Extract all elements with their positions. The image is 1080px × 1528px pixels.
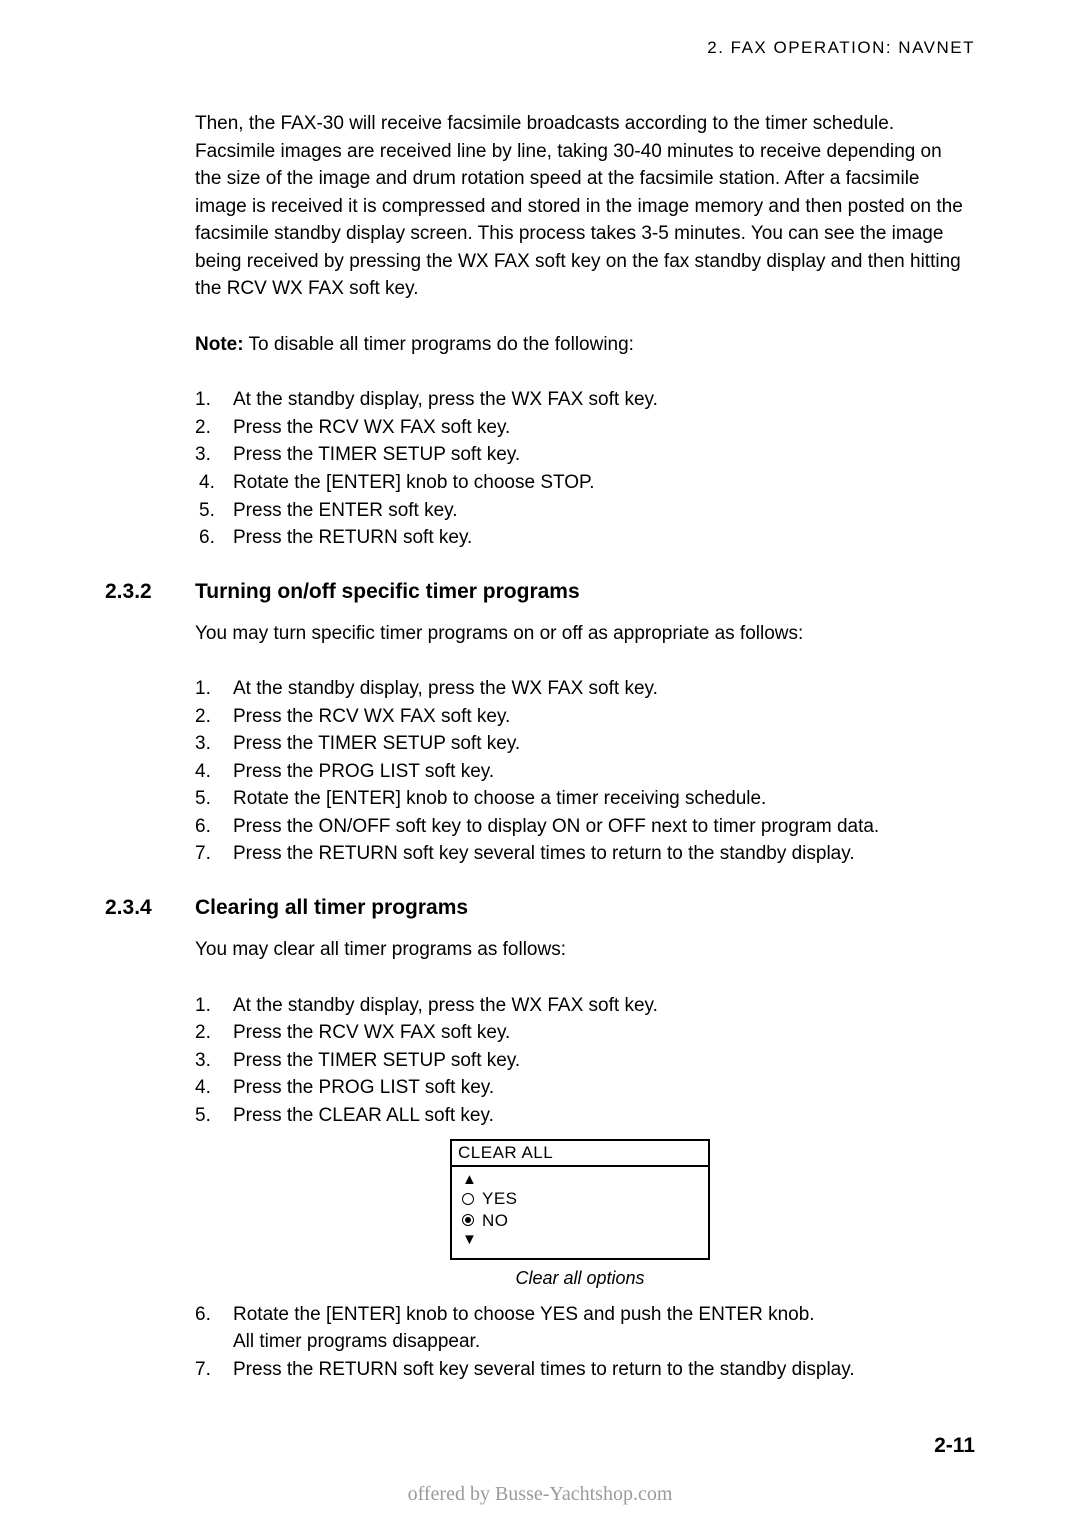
note-label: Note:: [195, 334, 244, 355]
figure-caption: Clear all options: [195, 1268, 965, 1289]
section-234-heading: 2.3.4 Clearing all timer programs: [105, 896, 975, 920]
disable-steps-list: At the standby display, press the WX FAX…: [233, 386, 965, 551]
section-234-steps-a: At the standby display, press the WX FAX…: [233, 992, 965, 1130]
note-text: To disable all timer programs do the fol…: [244, 334, 634, 355]
option-no: NO: [462, 1210, 698, 1231]
section-234-steps-b: Rotate the [ENTER] knob to choose YES an…: [233, 1301, 965, 1384]
footer-text: offered by Busse-Yachtshop.com: [0, 1483, 1080, 1506]
list-item: Press the RETURN soft key.: [233, 524, 965, 552]
dialog-body: ▲ YES NO ▼: [452, 1167, 708, 1258]
dialog-title: CLEAR ALL: [452, 1141, 708, 1167]
list-item: Press the ENTER soft key.: [233, 497, 965, 525]
list-item: Press the RETURN soft key several times …: [233, 1356, 965, 1384]
list-item: Rotate the [ENTER] knob to choose STOP.: [233, 469, 965, 497]
section-number: 2.3.2: [105, 580, 195, 604]
list-item: Press the PROG LIST soft key.: [233, 1074, 965, 1102]
clear-all-dialog: CLEAR ALL ▲ YES NO ▼: [450, 1139, 710, 1260]
list-item: Press the CLEAR ALL soft key.: [233, 1102, 965, 1130]
list-item: At the standby display, press the WX FAX…: [233, 675, 965, 703]
note-paragraph: Note: To disable all timer programs do t…: [195, 331, 965, 359]
section-232-intro: You may turn specific timer programs on …: [195, 620, 965, 648]
section-title: Clearing all timer programs: [195, 896, 468, 920]
list-item: Press the RCV WX FAX soft key.: [233, 703, 965, 731]
list-item: Press the RETURN soft key several times …: [233, 840, 965, 868]
section-232-block: You may turn specific timer programs on …: [195, 620, 965, 868]
list-item: Press the TIMER SETUP soft key.: [233, 730, 965, 758]
list-item: Press the PROG LIST soft key.: [233, 758, 965, 786]
section-232-steps: At the standby display, press the WX FAX…: [233, 675, 965, 868]
list-item: Press the RCV WX FAX soft key.: [233, 414, 965, 442]
section-number: 2.3.4: [105, 896, 195, 920]
list-item: Press the TIMER SETUP soft key.: [233, 441, 965, 469]
list-item: Press the ON/OFF soft key to display ON …: [233, 813, 965, 841]
arrow-up-icon: ▲: [462, 1171, 698, 1188]
radio-unselected-icon: [462, 1193, 474, 1205]
radio-selected-icon: [462, 1214, 474, 1226]
list-item: Rotate the [ENTER] knob to choose a time…: [233, 785, 965, 813]
step6-sub: All timer programs disappear.: [233, 1328, 965, 1356]
option-yes: YES: [462, 1188, 698, 1209]
page-number: 2-11: [934, 1434, 975, 1458]
step6-text: Rotate the [ENTER] knob to choose YES an…: [233, 1304, 815, 1325]
option-no-label: NO: [482, 1210, 509, 1231]
list-item: Rotate the [ENTER] knob to choose YES an…: [233, 1301, 965, 1356]
intro-paragraph: Then, the FAX-30 will receive facsimile …: [195, 110, 965, 303]
section-234-block: You may clear all timer programs as foll…: [195, 936, 965, 1383]
list-item: Press the RCV WX FAX soft key.: [233, 1019, 965, 1047]
list-item: At the standby display, press the WX FAX…: [233, 386, 965, 414]
list-item: At the standby display, press the WX FAX…: [233, 992, 965, 1020]
option-yes-label: YES: [482, 1188, 518, 1209]
list-item: Press the TIMER SETUP soft key.: [233, 1047, 965, 1075]
section-234-intro: You may clear all timer programs as foll…: [195, 936, 965, 964]
section-title: Turning on/off specific timer programs: [195, 580, 580, 604]
intro-paragraph-block: Then, the FAX-30 will receive facsimile …: [195, 110, 965, 552]
page-header: 2. FAX OPERATION: NAVNET: [105, 38, 975, 58]
arrow-down-icon: ▼: [462, 1231, 698, 1248]
section-232-heading: 2.3.2 Turning on/off specific timer prog…: [105, 580, 975, 604]
